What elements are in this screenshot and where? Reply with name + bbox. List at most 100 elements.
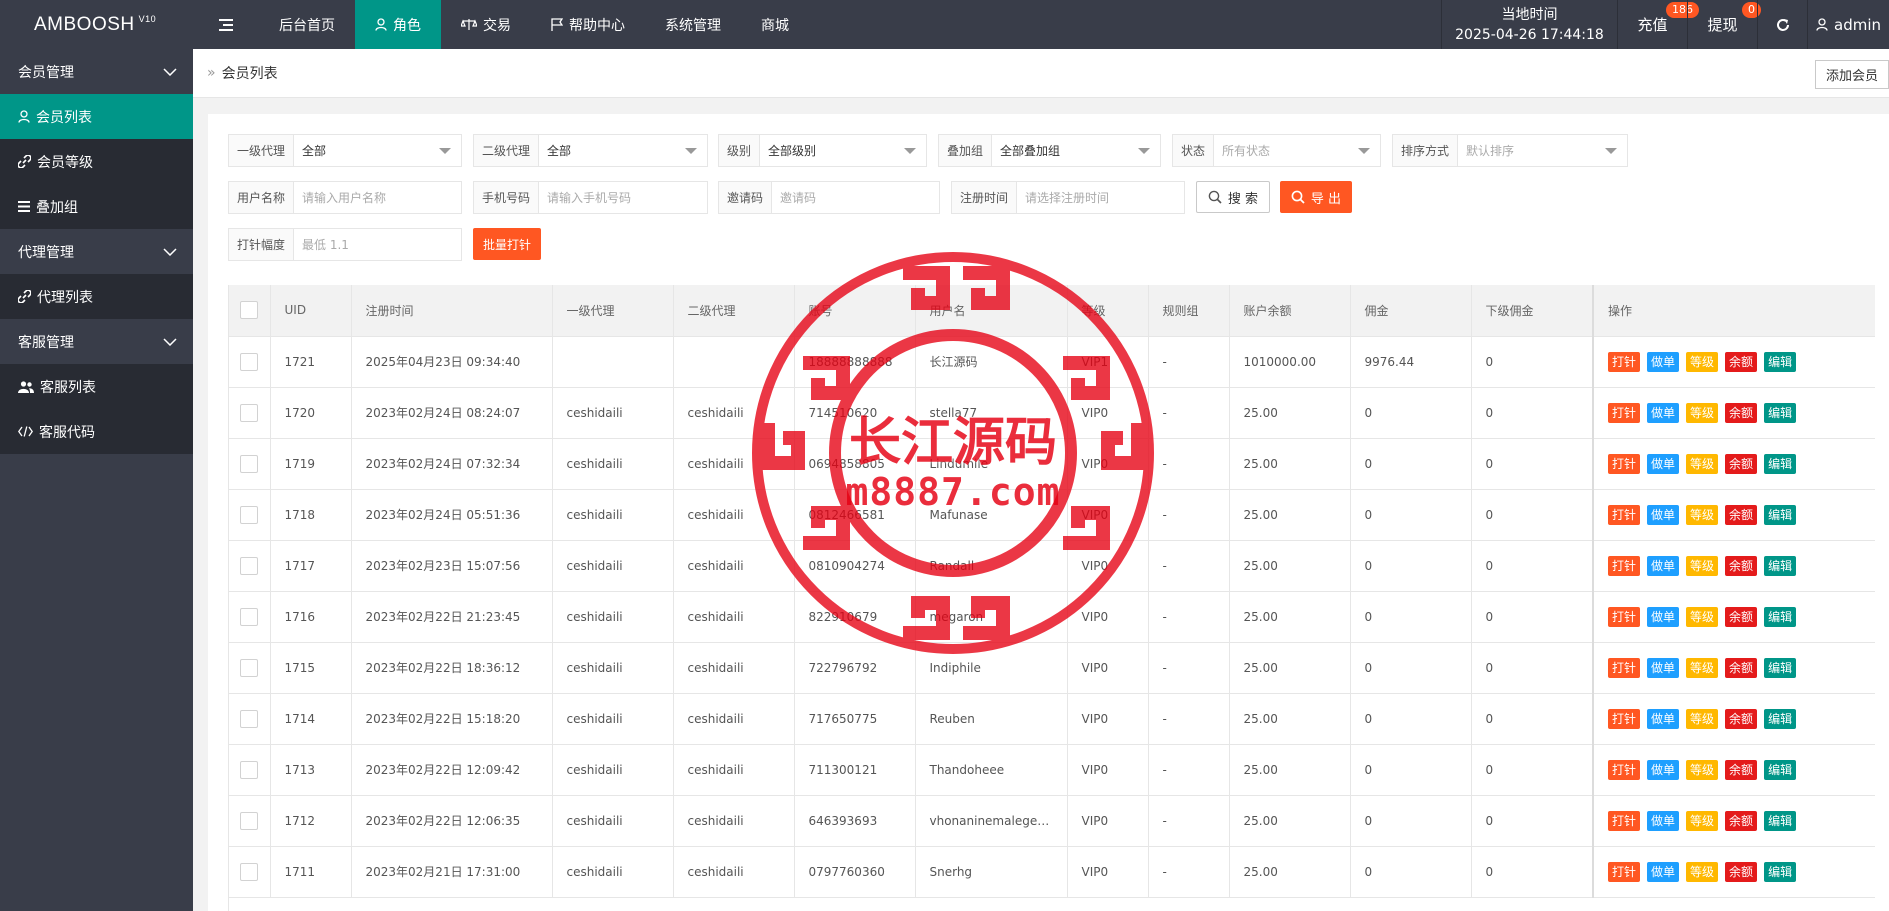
sidebar-group-support[interactable]: 客服管理	[0, 319, 193, 364]
menu-toggle-icon[interactable]	[193, 0, 259, 49]
amplitude-input[interactable]: 打针幅度 最低 1.1	[228, 228, 462, 261]
action-button[interactable]: 打针	[1608, 708, 1641, 729]
action-button[interactable]: 等级	[1686, 402, 1719, 423]
checkbox[interactable]	[240, 556, 259, 575]
action-button[interactable]: 余额	[1725, 708, 1758, 729]
withdraw-button[interactable]: 提现 0	[1687, 0, 1761, 49]
action-button[interactable]: 余额	[1725, 402, 1758, 423]
nav-trade[interactable]: 交易	[441, 0, 531, 49]
action-button[interactable]: 等级	[1686, 657, 1719, 678]
nav-roles[interactable]: 角色	[355, 0, 441, 49]
recharge-button[interactable]: 充值 186	[1617, 0, 1699, 49]
nav-shop[interactable]: 商城	[741, 0, 809, 49]
sidebar-item-member-level[interactable]: 会员等级	[0, 139, 193, 184]
action-button[interactable]: 做单	[1647, 708, 1680, 729]
search-button[interactable]: 搜 索	[1196, 181, 1270, 213]
action-button[interactable]: 做单	[1647, 555, 1680, 576]
action-button[interactable]: 打针	[1608, 351, 1641, 372]
row-checkbox-cell[interactable]	[229, 693, 271, 745]
admin-menu[interactable]: admin	[1807, 0, 1889, 49]
action-button[interactable]: 等级	[1686, 504, 1719, 525]
row-checkbox-cell[interactable]	[229, 387, 271, 439]
action-button[interactable]: 打针	[1608, 606, 1641, 627]
action-button[interactable]: 编辑	[1764, 861, 1797, 882]
action-button[interactable]: 编辑	[1764, 708, 1797, 729]
action-button[interactable]: 打针	[1608, 555, 1641, 576]
sidebar-item-overlay-group[interactable]: 叠加组	[0, 184, 193, 229]
action-button[interactable]: 编辑	[1764, 759, 1797, 780]
checkbox[interactable]	[240, 403, 259, 422]
action-button[interactable]: 打针	[1608, 504, 1641, 525]
action-button[interactable]: 余额	[1725, 861, 1758, 882]
action-button[interactable]: 编辑	[1764, 453, 1797, 474]
checkbox[interactable]	[240, 352, 259, 371]
sidebar-item-support-code[interactable]: 客服代码	[0, 409, 193, 454]
action-button[interactable]: 等级	[1686, 708, 1719, 729]
filter-sort-select[interactable]: 排序方式 默认排序	[1392, 134, 1628, 167]
row-checkbox-cell[interactable]	[229, 795, 271, 847]
action-button[interactable]: 等级	[1686, 606, 1719, 627]
action-button[interactable]: 余额	[1725, 504, 1758, 525]
refresh-icon[interactable]	[1757, 0, 1807, 49]
checkbox[interactable]	[240, 607, 259, 626]
checkbox[interactable]	[240, 658, 259, 677]
action-button[interactable]: 做单	[1647, 351, 1680, 372]
action-button[interactable]: 打针	[1608, 759, 1641, 780]
filter-status-select[interactable]: 状态 所有状态	[1172, 134, 1381, 167]
row-checkbox-cell[interactable]	[229, 846, 271, 898]
filter-overlay-select[interactable]: 叠加组 全部叠加组	[938, 134, 1161, 167]
action-button[interactable]: 编辑	[1764, 657, 1797, 678]
nav-dashboard[interactable]: 后台首页	[259, 0, 355, 49]
checkbox[interactable]	[240, 709, 259, 728]
action-button[interactable]: 等级	[1686, 759, 1719, 780]
action-button[interactable]: 做单	[1647, 759, 1680, 780]
sidebar-item-member-list[interactable]: 会员列表	[0, 94, 193, 139]
filter-agent2-select[interactable]: 二级代理 全部	[473, 134, 708, 167]
action-button[interactable]: 编辑	[1764, 606, 1797, 627]
add-member-button[interactable]: 添加会员	[1814, 60, 1889, 89]
row-checkbox-cell[interactable]	[229, 336, 271, 388]
action-button[interactable]: 做单	[1647, 810, 1680, 831]
nav-system[interactable]: 系统管理	[645, 0, 741, 49]
action-button[interactable]: 打针	[1608, 810, 1641, 831]
row-checkbox-cell[interactable]	[229, 438, 271, 490]
sidebar-group-members[interactable]: 会员管理	[0, 49, 193, 94]
action-button[interactable]: 余额	[1725, 606, 1758, 627]
regtime-input[interactable]: 注册时间 请选择注册时间	[951, 181, 1185, 214]
app-logo[interactable]: AMBOOSH V10	[0, 0, 193, 49]
batch-inject-button[interactable]: 批量打针	[473, 228, 541, 260]
checkbox[interactable]	[240, 301, 259, 320]
action-button[interactable]: 做单	[1647, 606, 1680, 627]
filter-agent1-select[interactable]: 一级代理 全部	[228, 134, 462, 167]
action-button[interactable]: 余额	[1725, 453, 1758, 474]
action-button[interactable]: 打针	[1608, 453, 1641, 474]
action-button[interactable]: 等级	[1686, 351, 1719, 372]
checkbox[interactable]	[240, 811, 259, 830]
action-button[interactable]: 余额	[1725, 555, 1758, 576]
action-button[interactable]: 编辑	[1764, 402, 1797, 423]
action-button[interactable]: 做单	[1647, 504, 1680, 525]
action-button[interactable]: 打针	[1608, 402, 1641, 423]
action-button[interactable]: 做单	[1647, 453, 1680, 474]
select-all-checkbox[interactable]	[229, 285, 271, 337]
action-button[interactable]: 等级	[1686, 861, 1719, 882]
row-checkbox-cell[interactable]	[229, 591, 271, 643]
action-button[interactable]: 余额	[1725, 759, 1758, 780]
action-button[interactable]: 等级	[1686, 810, 1719, 831]
action-button[interactable]: 做单	[1647, 861, 1680, 882]
action-button[interactable]: 做单	[1647, 657, 1680, 678]
checkbox[interactable]	[240, 454, 259, 473]
invite-code-input[interactable]: 邀请码 邀请码	[718, 181, 940, 214]
action-button[interactable]: 打针	[1608, 657, 1641, 678]
action-button[interactable]: 余额	[1725, 810, 1758, 831]
sidebar-group-agents[interactable]: 代理管理	[0, 229, 193, 274]
phone-input[interactable]: 手机号码 请输入手机号码	[473, 181, 708, 214]
action-button[interactable]: 等级	[1686, 555, 1719, 576]
action-button[interactable]: 编辑	[1764, 504, 1797, 525]
action-button[interactable]: 打针	[1608, 861, 1641, 882]
action-button[interactable]: 编辑	[1764, 555, 1797, 576]
action-button[interactable]: 余额	[1725, 351, 1758, 372]
action-button[interactable]: 等级	[1686, 453, 1719, 474]
export-button[interactable]: 导 出	[1280, 181, 1352, 213]
action-button[interactable]: 余额	[1725, 657, 1758, 678]
